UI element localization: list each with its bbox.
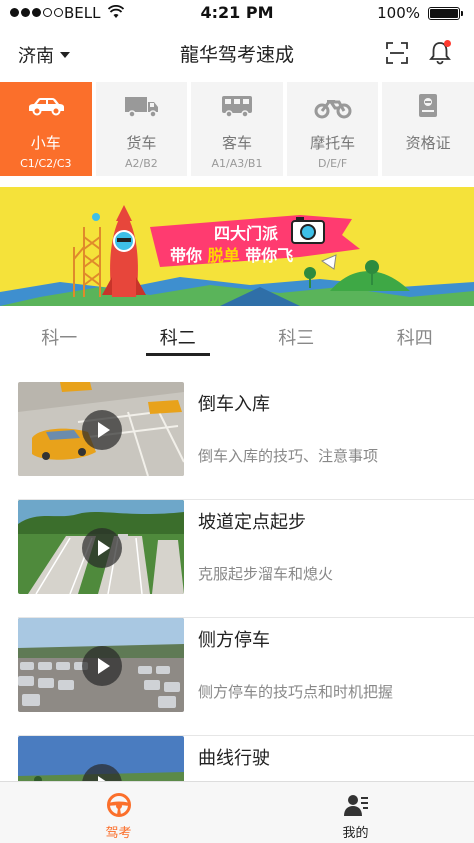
profile-icon	[343, 795, 368, 816]
banner-illustration: 四大门派 带你 脱单 带你飞	[0, 187, 474, 306]
category-license-classes: C1/C2/C3	[20, 157, 72, 170]
tab-subject-1[interactable]: 科一	[0, 306, 119, 364]
motorcycle-icon	[314, 100, 352, 119]
tab-subject-2[interactable]: 科二	[119, 306, 238, 364]
certificate-icon	[419, 94, 438, 117]
lesson-title: 倒车入库	[198, 394, 270, 415]
status-bar: BELL 4:21 PM 100%	[0, 0, 474, 26]
notification-button[interactable]	[428, 40, 452, 66]
promo-banner[interactable]: 四大门派 带你 脱单 带你飞	[0, 187, 474, 306]
banner-title-line1: 四大门派	[214, 224, 279, 243]
tabbar-profile[interactable]: 我的	[237, 782, 474, 843]
lesson-item[interactable]: 坡道定点起步 克服起步溜车和熄火	[18, 500, 474, 618]
nav-bar: 济南 龍华驾考速成	[0, 26, 474, 82]
lesson-title: 曲线行驶	[198, 748, 270, 769]
tab-subject-4[interactable]: 科四	[356, 306, 474, 364]
category-bus[interactable]: 客车 A1/A3/B1	[191, 82, 283, 176]
truck-icon	[125, 97, 159, 118]
vehicle-category-bar: 小车 C1/C2/C3 货车 A2/B2 客车 A1/A3/B1 摩托车 D/E…	[0, 82, 474, 176]
bus-icon	[221, 96, 252, 118]
tabbar-driving-test[interactable]: 驾考	[0, 782, 237, 843]
category-license-classes: D/E/F	[317, 157, 348, 170]
category-label: 资格证	[405, 134, 451, 152]
play-icon[interactable]	[82, 410, 122, 450]
category-truck[interactable]: 货车 A2/B2	[95, 82, 188, 176]
category-license-classes: A1/A3/B1	[211, 157, 263, 170]
lesson-item[interactable]: 倒车入库 倒车入库的技巧、注意事项	[18, 382, 474, 500]
category-label: 客车	[221, 134, 252, 152]
category-license-classes: A2/B2	[125, 157, 158, 170]
category-label: 小车	[30, 134, 61, 152]
lesson-title: 坡道定点起步	[198, 512, 306, 533]
battery-percentage: 100%	[377, 4, 420, 22]
car-icon	[28, 98, 64, 116]
steering-wheel-icon	[106, 793, 131, 817]
lesson-thumbnail	[18, 382, 184, 476]
notification-badge	[444, 40, 451, 47]
scan-icon[interactable]	[386, 42, 408, 64]
lesson-item[interactable]: 侧方停车 侧方停车的技巧点和时机把握	[18, 618, 474, 736]
svg-text:带你 脱单 带你飞: 带你 脱单 带你飞	[170, 246, 293, 265]
play-icon[interactable]	[82, 528, 122, 568]
banner-title-line2a: 带你	[170, 246, 202, 265]
lesson-description: 倒车入库的技巧、注意事项	[198, 447, 379, 465]
battery-icon	[428, 7, 463, 20]
tabbar-label: 驾考	[105, 826, 132, 841]
category-label: 货车	[126, 134, 157, 152]
category-label: 摩托车	[310, 134, 356, 152]
lesson-description: 侧方停车的技巧点和时机把握	[198, 683, 394, 701]
banner-title-highlight: 脱单	[208, 246, 240, 265]
bottom-tab-bar: 驾考 我的	[0, 781, 474, 843]
play-icon[interactable]	[82, 646, 122, 686]
tab-subject-3[interactable]: 科三	[237, 306, 356, 364]
subject-tabs: 科一 科二 科三 科四	[0, 306, 474, 364]
category-car[interactable]: 小车 C1/C2/C3	[0, 82, 92, 176]
lesson-thumbnail	[18, 618, 184, 712]
category-motorcycle[interactable]: 摩托车 D/E/F	[286, 82, 379, 176]
lesson-description: 克服起步溜车和熄火	[198, 565, 334, 583]
category-certificate[interactable]: 资格证	[382, 82, 474, 176]
lesson-title: 侧方停车	[198, 630, 270, 651]
lesson-thumbnail	[18, 500, 184, 594]
banner-title-line2c: 带你飞	[245, 246, 293, 265]
tabbar-label: 我的	[342, 826, 369, 841]
